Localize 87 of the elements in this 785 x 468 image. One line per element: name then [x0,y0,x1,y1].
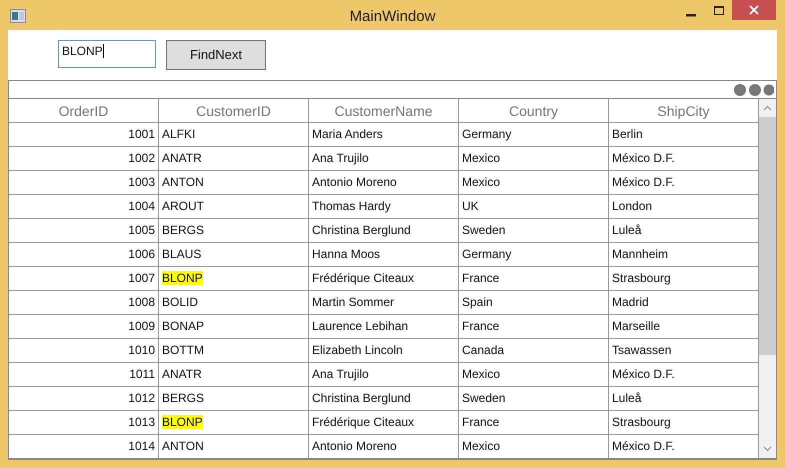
table-cell: AROUT [162,199,204,213]
table-cell: 1006 [128,247,155,261]
table-cell: ANATR [162,151,202,165]
table-cell: Strasbourg [612,271,671,285]
table-cell: México D.F. [612,175,675,189]
close-button[interactable] [732,0,776,20]
table-cell: 1014 [128,439,155,453]
table-cell: Germany [462,127,512,141]
maximize-icon[interactable] [714,6,724,15]
table-cell: 1004 [128,199,155,213]
scrollbar[interactable] [759,99,776,458]
table-cell: 1013 [128,415,155,429]
table-cell: Spain [462,295,493,309]
table-cell: ANTON [162,175,204,189]
table-cell: France [462,271,500,285]
window-icon [10,9,26,23]
table-cell: Madrid [612,295,649,309]
table-cell: Mannheim [612,247,668,261]
table-cell: Antonio Moreno [312,439,397,453]
table-cell: BLONP [162,415,203,429]
table-cell: Frédérique Citeaux [312,415,414,429]
table-cell: Luleå [612,391,642,405]
table-cell: México D.F. [612,439,675,453]
table-cell: Sweden [462,223,506,237]
column-header[interactable]: CustomerName [309,99,459,122]
table-cell: Strasbourg [612,415,671,429]
table-cell: Sweden [462,391,506,405]
table-cell: Hanna Moos [312,247,380,261]
more-icon[interactable] [734,82,774,96]
table-cell: Mexico [462,439,500,453]
table-cell: México D.F. [612,151,675,165]
table-cell: France [462,319,500,333]
table-cell: 1005 [128,223,155,237]
table-cell: 1012 [128,391,155,405]
table-cell: BLONP [162,271,203,285]
table-cell: 1007 [128,271,155,285]
column-header[interactable]: OrderID [9,99,159,122]
table-cell: ANATR [162,367,202,381]
column-header[interactable]: Country [459,99,609,122]
table-cell: ANTON [162,439,204,453]
table-cell: BERGS [162,223,204,237]
table-cell: Germany [462,247,512,261]
table-cell: Laurence Lebihan [312,319,408,333]
table-cell: Canada [462,343,504,357]
table-cell: Christina Berglund [312,223,411,237]
table-cell: 1002 [128,151,155,165]
table-cell: Ana Trujilo [312,151,369,165]
table-cell: 1011 [129,367,155,381]
table-cell: Mexico [462,175,500,189]
scroll-up-icon[interactable] [763,105,772,111]
table-cell: BLAUS [162,247,202,261]
table-cell: 1009 [128,319,155,333]
table-cell: Maria Anders [312,127,383,141]
table-cell: Elizabeth Lincoln [312,343,403,357]
table-cell: Tsawassen [612,343,672,357]
table-cell: BOLID [162,295,198,309]
table-cell: Antonio Moreno [312,175,397,189]
find-next-button[interactable]: FindNext [166,40,266,70]
table-cell: Marseille [612,319,660,333]
scroll-thumb[interactable] [759,117,776,355]
table-cell: 1001 [128,127,155,141]
table-cell: BOTTM [162,343,204,357]
table-cell: Mexico [462,151,500,165]
minimize-icon[interactable] [686,14,696,17]
scroll-down-icon[interactable] [763,446,772,452]
table-cell: Luleå [612,223,642,237]
close-icon [749,5,759,15]
table-cell: ALFKI [162,127,196,141]
column-header[interactable]: CustomerID [159,99,309,122]
table-cell: BONAP [162,319,204,333]
window-title: MainWindow [350,6,436,24]
table-cell: France [462,415,500,429]
search-field[interactable]: BLONP [58,40,156,68]
table-cell: Christina Berglund [312,391,411,405]
table-cell: México D.F. [612,367,675,381]
table-cell: Martin Sommer [312,295,394,309]
table-cell: Thomas Hardy [312,199,391,213]
table-cell: Mexico [462,367,500,381]
table-cell: Ana Trujilo [312,367,369,381]
table-cell: UK [462,199,479,213]
table-cell: Frédérique Citeaux [312,271,414,285]
table-cell: Berlin [612,127,643,141]
table-cell: London [612,199,652,213]
table-cell: 1010 [128,343,155,357]
table-cell: 1003 [128,175,155,189]
table-cell: 1008 [128,295,155,309]
table-cell: BERGS [162,391,204,405]
